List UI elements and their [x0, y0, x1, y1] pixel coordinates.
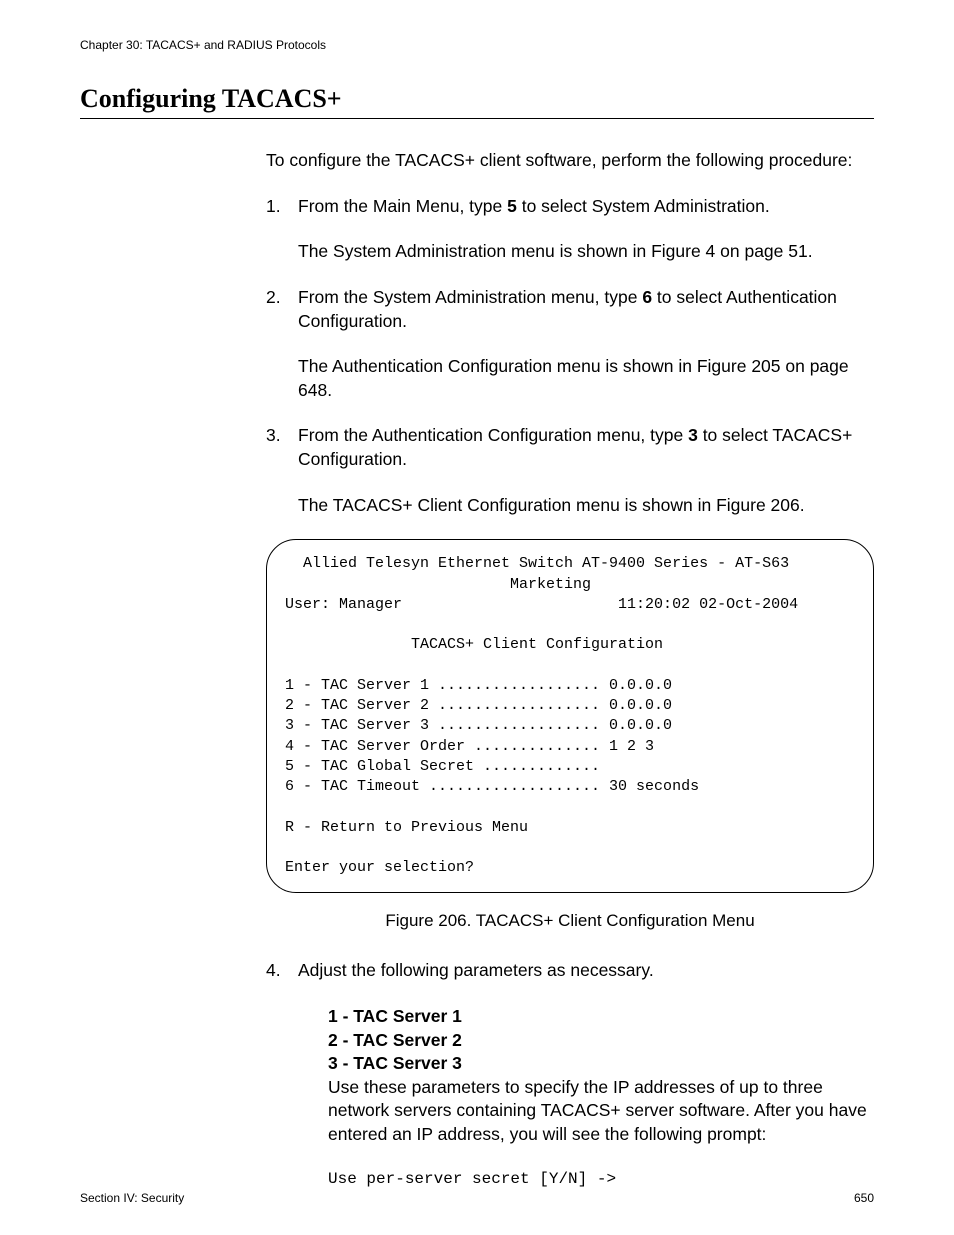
step-number: 1.: [266, 195, 281, 219]
step-sub: The Authentication Configuration menu is…: [298, 355, 874, 402]
terminal-line: User: Manager 11:20:02 02-Oct-2004: [285, 596, 798, 613]
chapter-header: Chapter 30: TACACS+ and RADIUS Protocols: [80, 38, 874, 52]
footer-page-number: 650: [854, 1191, 874, 1205]
step-text-post: to select System Administration.: [517, 196, 770, 216]
terminal-line: Marketing: [285, 576, 591, 593]
terminal-line: 6 - TAC Timeout ................... 30 s…: [285, 778, 699, 795]
param-title-2: 2 - TAC Server 2: [328, 1029, 874, 1053]
intro-paragraph: To configure the TACACS+ client software…: [266, 149, 874, 173]
step-number: 4.: [266, 959, 281, 983]
terminal-line: Allied Telesyn Ethernet Switch AT-9400 S…: [285, 555, 789, 572]
step-4: 4. Adjust the following parameters as ne…: [266, 959, 874, 1190]
step-1: 1. From the Main Menu, type 5 to select …: [266, 195, 874, 264]
terminal-line: 4 - TAC Server Order .............. 1 2 …: [285, 738, 654, 755]
step-number: 2.: [266, 286, 281, 310]
step-3: 3. From the Authentication Configuration…: [266, 424, 874, 517]
step-text: Adjust the following parameters as neces…: [298, 960, 654, 980]
terminal-line: 5 - TAC Global Secret .............: [285, 758, 600, 775]
terminal-line: 1 - TAC Server 1 .................. 0.0.…: [285, 677, 672, 694]
terminal-line: Enter your selection?: [285, 859, 474, 876]
step-2: 2. From the System Administration menu, …: [266, 286, 874, 403]
step-sub: The System Administration menu is shown …: [298, 240, 874, 264]
step-sub: The TACACS+ Client Configuration menu is…: [298, 494, 874, 518]
param-description: Use these parameters to specify the IP a…: [328, 1076, 874, 1147]
step-bold: 6: [642, 287, 652, 307]
step-text-pre: From the Main Menu, type: [298, 196, 507, 216]
terminal-screen: Allied Telesyn Ethernet Switch AT-9400 S…: [266, 539, 874, 893]
param-title-3: 3 - TAC Server 3: [328, 1052, 874, 1076]
param-prompt: Use per-server secret [Y/N] ->: [328, 1169, 874, 1191]
terminal-line: R - Return to Previous Menu: [285, 819, 528, 836]
figure-caption: Figure 206. TACACS+ Client Configuration…: [266, 911, 874, 931]
terminal-line: 2 - TAC Server 2 .................. 0.0.…: [285, 697, 672, 714]
step-text-pre: From the System Administration menu, typ…: [298, 287, 642, 307]
step-bold: 5: [507, 196, 517, 216]
footer-section: Section IV: Security: [80, 1191, 184, 1205]
step-number: 3.: [266, 424, 281, 448]
section-title: Configuring TACACS+: [80, 84, 874, 119]
terminal-line: TACACS+ Client Configuration: [285, 636, 663, 653]
step-text-pre: From the Authentication Configuration me…: [298, 425, 688, 445]
terminal-line: 3 - TAC Server 3 .................. 0.0.…: [285, 717, 672, 734]
step-bold: 3: [688, 425, 698, 445]
param-title-1: 1 - TAC Server 1: [328, 1005, 874, 1029]
